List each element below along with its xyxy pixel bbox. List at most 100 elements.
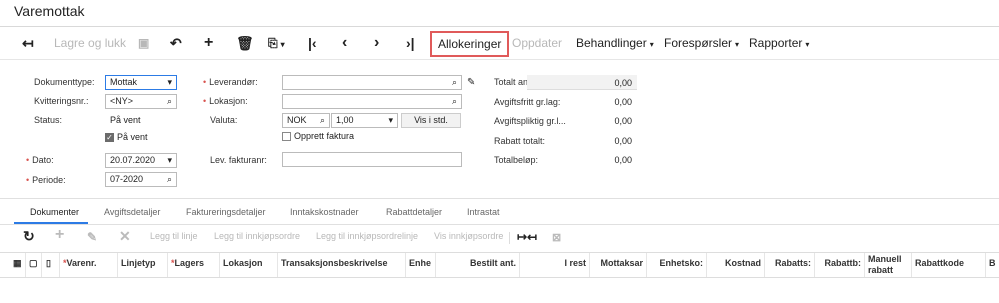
copy-paste-icon[interactable]: ⎘ ▾ [268,33,285,53]
refresh-icon[interactable]: ↻ [23,228,35,245]
delete-icon[interactable]: 🗑 [236,33,254,53]
search-icon[interactable]: ⌕ [452,76,457,89]
save-icon[interactable]: ▣ [138,33,149,53]
reports-menu[interactable]: Rapporter ▾ [749,33,809,53]
grid-toolbar: ↻ + ✎ ✕ Legg til linje Legg til innkjøps… [0,226,999,250]
tab-documents[interactable]: Dokumenter [30,207,79,217]
chevron-down-icon: ▾ [735,40,740,49]
status-value: På vent [110,115,141,125]
search-icon[interactable]: ⌕ [320,114,325,127]
on-hold-label: På vent [117,132,148,142]
last-record-icon[interactable]: ›| [406,33,415,53]
column-header[interactable]: Rabatts: [765,253,815,277]
vendor-field[interactable]: ⌕ [282,75,462,90]
back-arrow-icon[interactable]: ↤ [22,33,34,53]
chevron-down-icon: ▾ [388,115,393,125]
date-label: • Dato: [26,155,54,165]
on-hold-checkbox[interactable]: ✓ På vent [105,132,148,143]
column-header[interactable]: Bestilt ant. [436,253,520,277]
column-header[interactable]: Enhetsko: [647,253,707,277]
delete-row-icon[interactable]: ✕ [119,228,131,245]
currency-label: Valuta: [210,115,238,125]
tab-landed-costs[interactable]: Inntakskostnader [290,207,359,217]
excel-export-icon[interactable]: ⊠ [552,231,561,244]
total-amount-value: 0,00 [614,155,632,165]
vendor-invoice-label: Lev. fakturanr: [210,155,267,165]
column-header[interactable]: Transaksjonsbeskrivelse [278,253,406,277]
date-field[interactable]: 20.07.2020 ▾ [105,153,177,168]
create-invoice-checkbox[interactable]: Opprett faktura [282,131,355,142]
checkbox-unchecked-icon [282,132,291,142]
view-base-button[interactable]: Vis i std. [401,113,461,128]
column-header-label: Lagers [174,258,205,268]
tab-tax-details[interactable]: Avgiftsdetaljer [104,207,160,217]
allocations-button[interactable]: Allokeringer [430,31,510,57]
column-header[interactable]: Mottaksar [590,253,647,277]
location-label-text: Lokasjon: [209,96,248,106]
column-header[interactable]: Linjetyp [118,253,168,277]
column-header[interactable]: Lokasjon [220,253,278,277]
add-row-icon[interactable]: + [55,226,64,244]
undo-icon[interactable]: ↶ [170,33,182,53]
add-line-button[interactable]: Legg til linje [150,231,198,241]
tab-intrastat[interactable]: Intrastat [467,207,500,217]
chevron-down-icon: ▾ [649,40,654,49]
previous-record-icon[interactable]: ‹ [342,33,347,53]
column-header[interactable]: *Varenr. [60,253,118,277]
tab-bar: Dokumenter Avgiftsdetaljer Faktureringsd… [0,205,999,222]
period-field[interactable]: 07-2020 ⌕ [105,172,177,187]
actions-menu-label: Behandlinger [576,36,647,50]
status-label: Status: [34,115,63,125]
add-po-line-button[interactable]: Legg til innkjøpsordrelinje [316,231,418,241]
files-column-icon[interactable]: ▦ [12,253,26,277]
edit-pencil-icon[interactable]: ✎ [467,77,475,88]
view-po-button[interactable]: Vis innkjøpsordre [434,231,503,241]
fit-columns-icon[interactable]: ↦↤ [517,230,537,244]
currency-field[interactable]: NOK ⌕ [282,113,330,128]
currency-rate-select[interactable]: 1,00 ▾ [331,113,398,128]
column-header[interactable]: B [986,253,999,277]
main-toolbar: ↤ Lagre og lukk ▣ ↶ + 🗑 ⎘ ▾ |‹ ‹ › ›| All… [0,27,999,59]
doc-type-select[interactable]: Mottak ▾ [105,75,177,90]
notes-column-icon[interactable]: ▢ [26,253,42,277]
inquiries-menu[interactable]: Forespørsler ▾ [664,33,739,53]
actions-menu[interactable]: Behandlinger ▾ [576,33,654,53]
search-icon[interactable]: ⌕ [167,173,172,186]
save-close-button[interactable]: Lagre og lukk [54,33,126,53]
column-header[interactable]: Kostnad [707,253,765,277]
period-label: • Periode: [26,175,66,185]
column-header-label: Varenr. [66,258,97,268]
column-header[interactable]: *Lagers [168,253,220,277]
create-invoice-label: Opprett faktura [294,131,355,141]
receipt-nbr-field[interactable]: <NY> ⌕ [105,94,177,109]
tab-billing-details[interactable]: Faktureringsdetaljer [186,207,266,217]
vendor-invoice-field[interactable] [282,152,462,167]
edit-icon[interactable]: ✎ [87,230,97,244]
date-value: 20.07.2020 [110,155,156,165]
column-header[interactable]: Rabattkode [912,253,986,277]
currency-value: NOK [287,115,307,125]
receipt-nbr-value: <NY> [110,96,134,106]
next-record-icon[interactable]: › [374,33,379,53]
attachment-column-icon[interactable]: ▯ [42,253,60,277]
document-header-form: Dokumenttype: Mottak ▾ Kvitteringsnr.: <… [0,60,999,187]
column-header[interactable]: I rest [520,253,590,277]
location-field[interactable]: ⌕ [282,94,462,109]
currency-rate-value: 1,00 [336,115,354,125]
doc-type-label: Dokumenttype: [34,77,95,87]
receipt-nbr-label: Kvitteringsnr.: [34,96,89,106]
first-record-icon[interactable]: |‹ [308,33,317,53]
search-icon[interactable]: ⌕ [167,95,172,108]
tax-exempt-value: 0,00 [614,97,632,107]
tab-discount-details[interactable]: Rabattdetaljer [386,207,442,217]
add-icon[interactable]: + [204,33,213,53]
update-button[interactable]: Oppdater [512,33,562,53]
column-header[interactable]: Manuell rabatt [865,253,912,277]
column-header[interactable]: Rabattb: [815,253,865,277]
doc-type-value: Mottak [110,77,138,87]
chevron-down-icon: ▾ [805,40,810,49]
search-icon[interactable]: ⌕ [452,95,457,108]
add-po-button[interactable]: Legg til innkjøpsordre [214,231,300,241]
column-header[interactable]: Enhe [406,253,436,277]
chevron-down-icon[interactable]: ▾ [167,154,172,167]
